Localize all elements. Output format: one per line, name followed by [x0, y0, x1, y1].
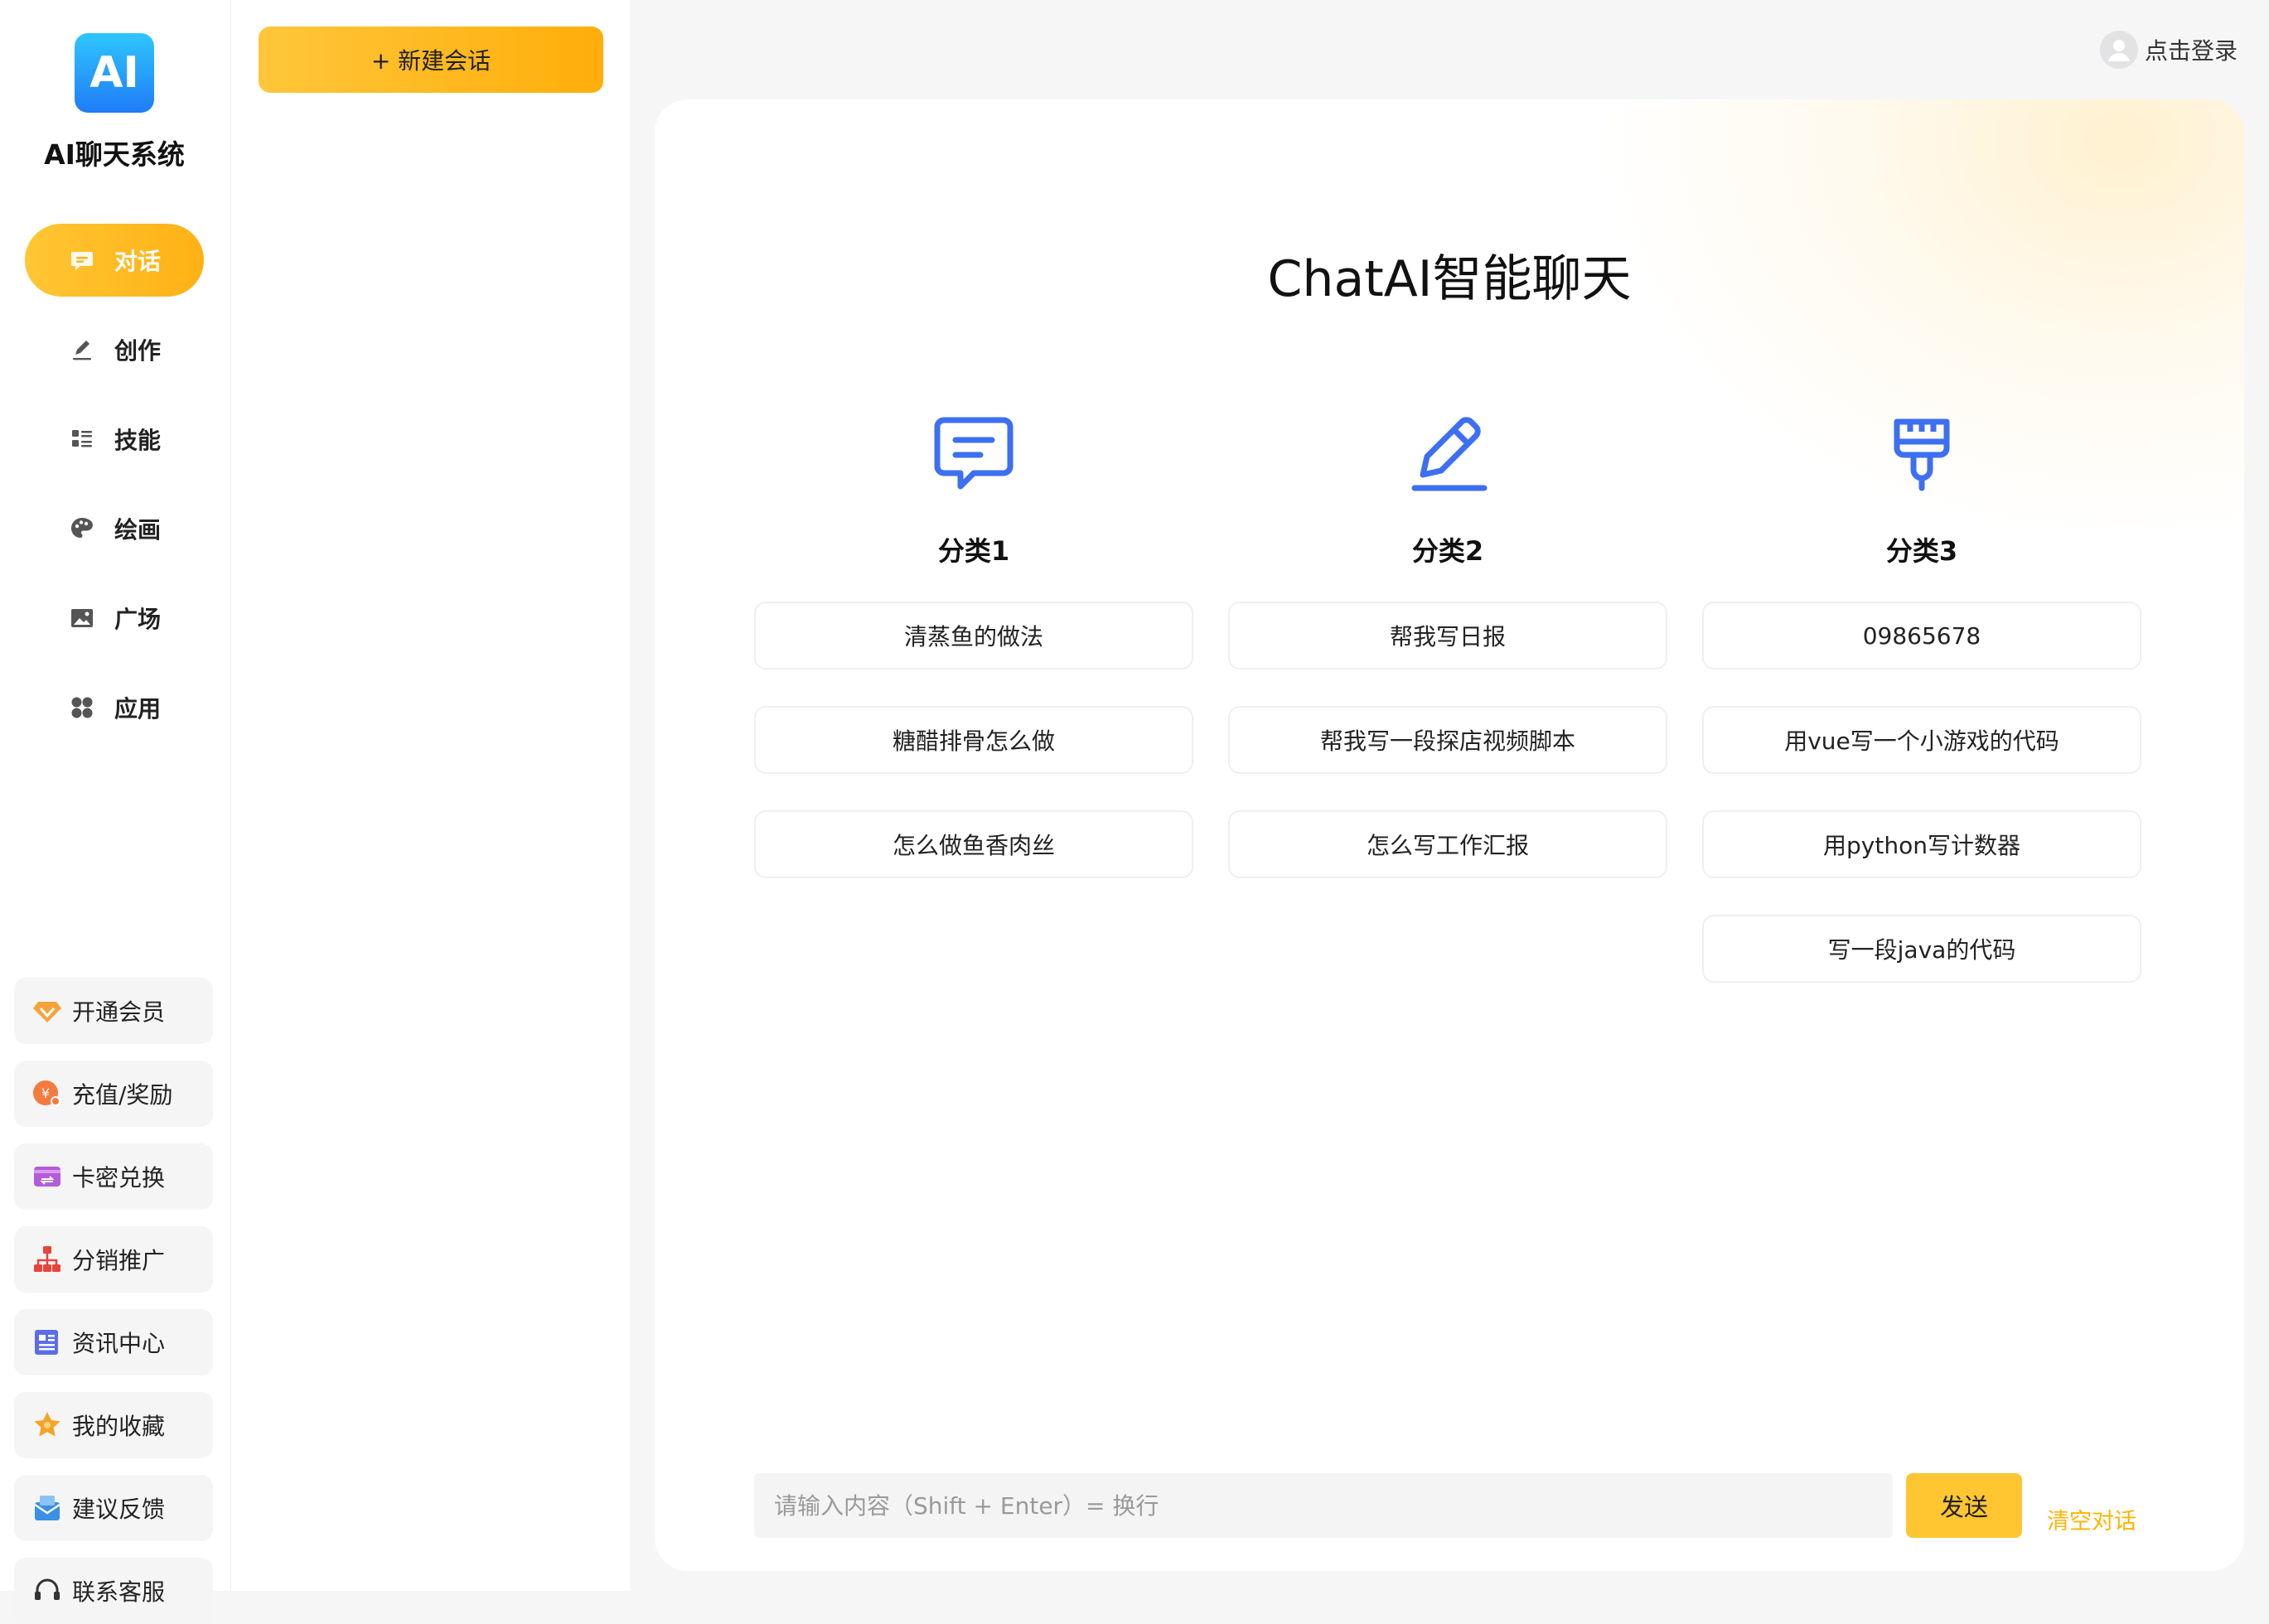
prompt-card[interactable]: 用vue写一个小游戏的代码	[1702, 706, 2141, 774]
login-button[interactable]: 点击登录	[2099, 30, 2238, 70]
news-icon	[31, 1326, 64, 1359]
app-title: AI聊天系统	[44, 138, 185, 171]
pen-icon	[68, 336, 96, 364]
apps-icon	[68, 694, 96, 722]
message-input-container	[754, 1473, 1893, 1538]
prompt-card[interactable]: 清蒸鱼的做法	[754, 602, 1193, 669]
main-navigation: AI AI聊天系统 对话 创作 技能 绘画 广场 应用 开通会员 ¥ 充值/奖励…	[0, 0, 231, 1624]
clear-conversation-link[interactable]: 清空对话	[2047, 1503, 2136, 1535]
side-card-label: 建议反馈	[72, 1496, 166, 1523]
nav-label: 应用	[114, 695, 161, 723]
app-logo: AI	[75, 33, 154, 113]
nav-item-skills[interactable]: 技能	[25, 403, 204, 476]
nav-item-square[interactable]: 广场	[25, 582, 204, 655]
side-card-label: 开通会员	[72, 998, 166, 1026]
side-card-label: 卡密兑换	[72, 1164, 166, 1191]
send-button[interactable]: 发送	[1906, 1473, 2022, 1538]
prompt-card[interactable]: 写一段java的代码	[1702, 915, 2141, 983]
star-icon	[31, 1409, 64, 1442]
new-chat-button[interactable]: + 新建会话	[259, 27, 603, 93]
prompt-card[interactable]: 帮我写一段探店视频脚本	[1228, 706, 1667, 774]
nav-label: 广场	[114, 606, 161, 633]
nav-label: 绘画	[114, 516, 161, 544]
prompt-card[interactable]: 糖醋排骨怎么做	[754, 706, 1193, 774]
nav-item-apps[interactable]: 应用	[25, 671, 204, 744]
logo-text: AI	[90, 48, 139, 98]
my-favorites-button[interactable]: 我的收藏	[14, 1392, 213, 1458]
brush-icon	[1876, 408, 1967, 499]
palette-icon	[68, 515, 96, 543]
contact-support-button[interactable]: 联系客服	[14, 1558, 213, 1624]
message-icon	[928, 408, 1019, 499]
prompt-card[interactable]: 09865678	[1702, 602, 2141, 669]
news-center-button[interactable]: 资讯中心	[14, 1309, 213, 1375]
nav-label: 对话	[114, 248, 161, 275]
distribution-promo-button[interactable]: 分销推广	[14, 1226, 213, 1293]
nav-item-create[interactable]: 创作	[25, 313, 204, 386]
category-title-3: 分类3	[1885, 535, 1958, 567]
prompt-card[interactable]: 用python写计数器	[1702, 810, 2141, 878]
side-card-label: 资讯中心	[72, 1330, 166, 1357]
card-exchange-icon	[31, 1160, 64, 1193]
feedback-button[interactable]: 建议反馈	[14, 1475, 213, 1541]
headset-icon	[31, 1574, 64, 1607]
side-card-label: 分销推广	[72, 1247, 166, 1274]
prompt-card[interactable]: 怎么写工作汇报	[1228, 810, 1667, 878]
side-card-label: 联系客服	[72, 1578, 166, 1606]
org-chart-icon	[31, 1243, 64, 1276]
chat-welcome-panel: ChatAI智能聊天 分类1 清蒸鱼的做法 糖醋排骨怎么做 怎么做鱼香肉丝 分类…	[655, 99, 2244, 1571]
avatar-icon	[2099, 31, 2138, 69]
nav-item-draw[interactable]: 绘画	[25, 492, 204, 565]
svg-text:¥: ¥	[41, 1085, 50, 1101]
chat-bubble-icon	[68, 246, 96, 274]
side-card-label: 我的收藏	[72, 1413, 166, 1440]
edit-icon	[1402, 408, 1493, 499]
nav-label: 创作	[114, 337, 161, 365]
list-grid-icon	[68, 425, 96, 453]
picture-icon	[68, 604, 96, 632]
side-card-label: 充值/奖励	[72, 1081, 173, 1109]
login-label: 点击登录	[2144, 37, 2238, 65]
coin-icon: ¥	[31, 1077, 64, 1110]
mail-icon	[31, 1491, 64, 1525]
prompt-card[interactable]: 帮我写日报	[1228, 602, 1667, 669]
card-redeem-button[interactable]: 卡密兑换	[14, 1143, 213, 1210]
category-title-2: 分类2	[1411, 535, 1484, 567]
page-title: ChatAI智能聊天	[1267, 250, 1632, 308]
conversation-list-panel	[231, 0, 630, 1591]
prompt-card[interactable]: 怎么做鱼香肉丝	[754, 810, 1193, 878]
category-title-1: 分类1	[937, 535, 1010, 567]
recharge-reward-button[interactable]: ¥ 充值/奖励	[14, 1061, 213, 1127]
message-input[interactable]	[754, 1473, 1893, 1538]
open-membership-button[interactable]: 开通会员	[14, 978, 213, 1044]
nav-label: 技能	[114, 427, 161, 454]
nav-item-chat[interactable]: 对话	[25, 224, 204, 297]
diamond-icon	[31, 994, 64, 1027]
